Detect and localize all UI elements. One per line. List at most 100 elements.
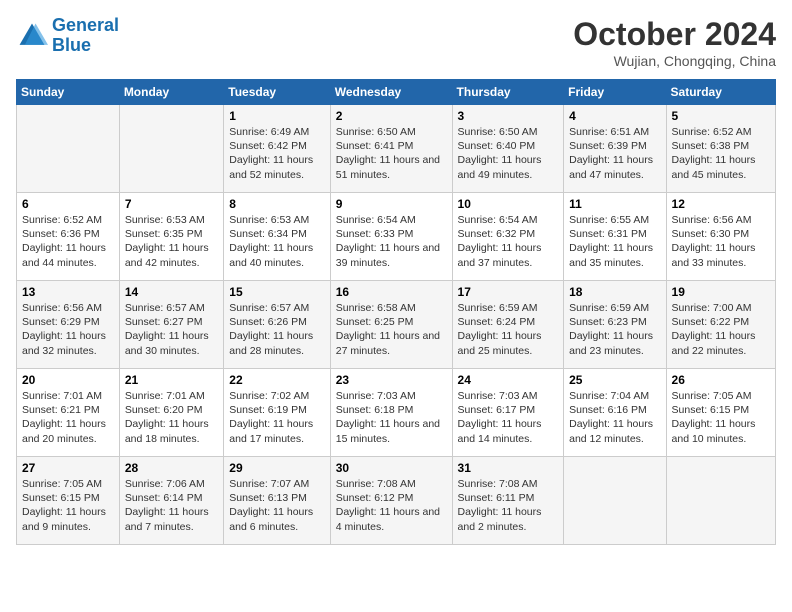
day-content: Sunrise: 6:59 AM Sunset: 6:24 PM Dayligh… xyxy=(458,301,559,358)
week-row-3: 20 Sunrise: 7:01 AM Sunset: 6:21 PM Dayli… xyxy=(17,369,776,457)
calendar-cell: 24Sunrise: 7:03 AM Sunset: 6:17 PM Dayli… xyxy=(452,369,564,457)
day-number: 26 xyxy=(672,373,770,387)
day-number: 18 xyxy=(569,285,660,299)
day-number: 21 xyxy=(125,373,218,387)
header-row: SundayMondayTuesdayWednesdayThursdayFrid… xyxy=(17,80,776,105)
day-number: 16 xyxy=(336,285,447,299)
calendar-cell: 28 Sunrise: 7:06 AM Sunset: 6:14 PM Dayli… xyxy=(119,457,223,545)
day-content: Sunrise: 7:08 AM Sunset: 6:11 PM Dayligh… xyxy=(458,477,559,534)
day-content: Sunrise: 6:53 AM Sunset: 6:35 PM Dayligh… xyxy=(125,213,218,270)
day-number: 3 xyxy=(458,109,559,123)
calendar-cell: 11Sunrise: 6:55 AM Sunset: 6:31 PM Dayli… xyxy=(564,193,666,281)
day-number: 28 xyxy=(125,461,218,475)
calendar-cell: 17 Sunrise: 6:59 AM Sunset: 6:24 PM Dayli… xyxy=(452,281,564,369)
day-number: 12 xyxy=(672,197,770,211)
day-number: 29 xyxy=(229,461,324,475)
logo-line2: Blue xyxy=(52,35,91,55)
calendar-cell: 3 Sunrise: 6:50 AM Sunset: 6:40 PM Daylig… xyxy=(452,105,564,193)
day-number: 30 xyxy=(336,461,447,475)
calendar-cell: 1Sunrise: 6:49 AM Sunset: 6:42 PM Daylig… xyxy=(224,105,330,193)
logo-text: General Blue xyxy=(52,16,119,56)
day-content: Sunrise: 6:50 AM Sunset: 6:40 PM Dayligh… xyxy=(458,125,559,182)
day-number: 23 xyxy=(336,373,447,387)
logo: General Blue xyxy=(16,16,119,56)
header-day-thursday: Thursday xyxy=(452,80,564,105)
week-row-1: 6 Sunrise: 6:52 AM Sunset: 6:36 PM Daylig… xyxy=(17,193,776,281)
day-content: Sunrise: 7:05 AM Sunset: 6:15 PM Dayligh… xyxy=(22,477,114,534)
day-content: Sunrise: 7:03 AM Sunset: 6:18 PM Dayligh… xyxy=(336,389,447,446)
calendar-cell: 20 Sunrise: 7:01 AM Sunset: 6:21 PM Dayli… xyxy=(17,369,120,457)
header-day-monday: Monday xyxy=(119,80,223,105)
page-header: General Blue October 2024 Wujian, Chongq… xyxy=(16,16,776,69)
calendar-cell: 18Sunrise: 6:59 AM Sunset: 6:23 PM Dayli… xyxy=(564,281,666,369)
day-number: 7 xyxy=(125,197,218,211)
calendar-cell: 22 Sunrise: 7:02 AM Sunset: 6:19 PM Dayli… xyxy=(224,369,330,457)
day-number: 2 xyxy=(336,109,447,123)
calendar-cell: 31 Sunrise: 7:08 AM Sunset: 6:11 PM Dayli… xyxy=(452,457,564,545)
calendar-cell: 7 Sunrise: 6:53 AM Sunset: 6:35 PM Daylig… xyxy=(119,193,223,281)
calendar-cell: 21Sunrise: 7:01 AM Sunset: 6:20 PM Dayli… xyxy=(119,369,223,457)
week-row-4: 27 Sunrise: 7:05 AM Sunset: 6:15 PM Dayli… xyxy=(17,457,776,545)
day-content: Sunrise: 7:05 AM Sunset: 6:15 PM Dayligh… xyxy=(672,389,770,446)
calendar-cell: 10 Sunrise: 6:54 AM Sunset: 6:32 PM Dayli… xyxy=(452,193,564,281)
calendar-cell: 19 Sunrise: 7:00 AM Sunset: 6:22 PM Dayli… xyxy=(666,281,775,369)
week-row-2: 13Sunrise: 6:56 AM Sunset: 6:29 PM Dayli… xyxy=(17,281,776,369)
day-content: Sunrise: 6:54 AM Sunset: 6:32 PM Dayligh… xyxy=(458,213,559,270)
calendar-body: 1Sunrise: 6:49 AM Sunset: 6:42 PM Daylig… xyxy=(17,105,776,545)
day-content: Sunrise: 6:52 AM Sunset: 6:38 PM Dayligh… xyxy=(672,125,770,182)
title-block: October 2024 Wujian, Chongqing, China xyxy=(573,16,776,69)
header-day-friday: Friday xyxy=(564,80,666,105)
day-number: 19 xyxy=(672,285,770,299)
day-content: Sunrise: 6:52 AM Sunset: 6:36 PM Dayligh… xyxy=(22,213,114,270)
day-content: Sunrise: 6:49 AM Sunset: 6:42 PM Dayligh… xyxy=(229,125,324,182)
day-content: Sunrise: 6:53 AM Sunset: 6:34 PM Dayligh… xyxy=(229,213,324,270)
day-number: 5 xyxy=(672,109,770,123)
day-number: 6 xyxy=(22,197,114,211)
day-content: Sunrise: 6:51 AM Sunset: 6:39 PM Dayligh… xyxy=(569,125,660,182)
calendar-header: SundayMondayTuesdayWednesdayThursdayFrid… xyxy=(17,80,776,105)
day-content: Sunrise: 6:57 AM Sunset: 6:26 PM Dayligh… xyxy=(229,301,324,358)
header-day-wednesday: Wednesday xyxy=(330,80,452,105)
day-content: Sunrise: 7:01 AM Sunset: 6:21 PM Dayligh… xyxy=(22,389,114,446)
day-number: 27 xyxy=(22,461,114,475)
day-content: Sunrise: 7:02 AM Sunset: 6:19 PM Dayligh… xyxy=(229,389,324,446)
day-number: 22 xyxy=(229,373,324,387)
calendar-cell: 4 Sunrise: 6:51 AM Sunset: 6:39 PM Daylig… xyxy=(564,105,666,193)
location-subtitle: Wujian, Chongqing, China xyxy=(573,53,776,69)
day-number: 8 xyxy=(229,197,324,211)
calendar-cell: 16 Sunrise: 6:58 AM Sunset: 6:25 PM Dayli… xyxy=(330,281,452,369)
calendar-cell: 30 Sunrise: 7:08 AM Sunset: 6:12 PM Dayli… xyxy=(330,457,452,545)
day-content: Sunrise: 6:56 AM Sunset: 6:30 PM Dayligh… xyxy=(672,213,770,270)
calendar-cell: 8 Sunrise: 6:53 AM Sunset: 6:34 PM Daylig… xyxy=(224,193,330,281)
day-content: Sunrise: 6:58 AM Sunset: 6:25 PM Dayligh… xyxy=(336,301,447,358)
calendar-cell xyxy=(666,457,775,545)
calendar-cell: 14Sunrise: 6:57 AM Sunset: 6:27 PM Dayli… xyxy=(119,281,223,369)
day-content: Sunrise: 7:08 AM Sunset: 6:12 PM Dayligh… xyxy=(336,477,447,534)
header-day-tuesday: Tuesday xyxy=(224,80,330,105)
header-day-sunday: Sunday xyxy=(17,80,120,105)
logo-line1: General xyxy=(52,15,119,35)
day-content: Sunrise: 6:56 AM Sunset: 6:29 PM Dayligh… xyxy=(22,301,114,358)
calendar-cell: 27 Sunrise: 7:05 AM Sunset: 6:15 PM Dayli… xyxy=(17,457,120,545)
day-content: Sunrise: 6:54 AM Sunset: 6:33 PM Dayligh… xyxy=(336,213,447,270)
day-number: 10 xyxy=(458,197,559,211)
day-number: 17 xyxy=(458,285,559,299)
day-number: 24 xyxy=(458,373,559,387)
day-number: 20 xyxy=(22,373,114,387)
calendar-cell: 23 Sunrise: 7:03 AM Sunset: 6:18 PM Dayli… xyxy=(330,369,452,457)
month-title: October 2024 xyxy=(573,16,776,53)
day-number: 31 xyxy=(458,461,559,475)
calendar-cell: 26 Sunrise: 7:05 AM Sunset: 6:15 PM Dayli… xyxy=(666,369,775,457)
day-content: Sunrise: 7:06 AM Sunset: 6:14 PM Dayligh… xyxy=(125,477,218,534)
day-number: 4 xyxy=(569,109,660,123)
day-content: Sunrise: 7:00 AM Sunset: 6:22 PM Dayligh… xyxy=(672,301,770,358)
day-content: Sunrise: 6:57 AM Sunset: 6:27 PM Dayligh… xyxy=(125,301,218,358)
calendar-cell: 5 Sunrise: 6:52 AM Sunset: 6:38 PM Daylig… xyxy=(666,105,775,193)
calendar-cell: 15Sunrise: 6:57 AM Sunset: 6:26 PM Dayli… xyxy=(224,281,330,369)
day-number: 9 xyxy=(336,197,447,211)
calendar-cell: 12 Sunrise: 6:56 AM Sunset: 6:30 PM Dayli… xyxy=(666,193,775,281)
day-content: Sunrise: 6:50 AM Sunset: 6:41 PM Dayligh… xyxy=(336,125,447,182)
calendar-cell: 13Sunrise: 6:56 AM Sunset: 6:29 PM Dayli… xyxy=(17,281,120,369)
day-content: Sunrise: 7:04 AM Sunset: 6:16 PM Dayligh… xyxy=(569,389,660,446)
calendar-cell: 6 Sunrise: 6:52 AM Sunset: 6:36 PM Daylig… xyxy=(17,193,120,281)
